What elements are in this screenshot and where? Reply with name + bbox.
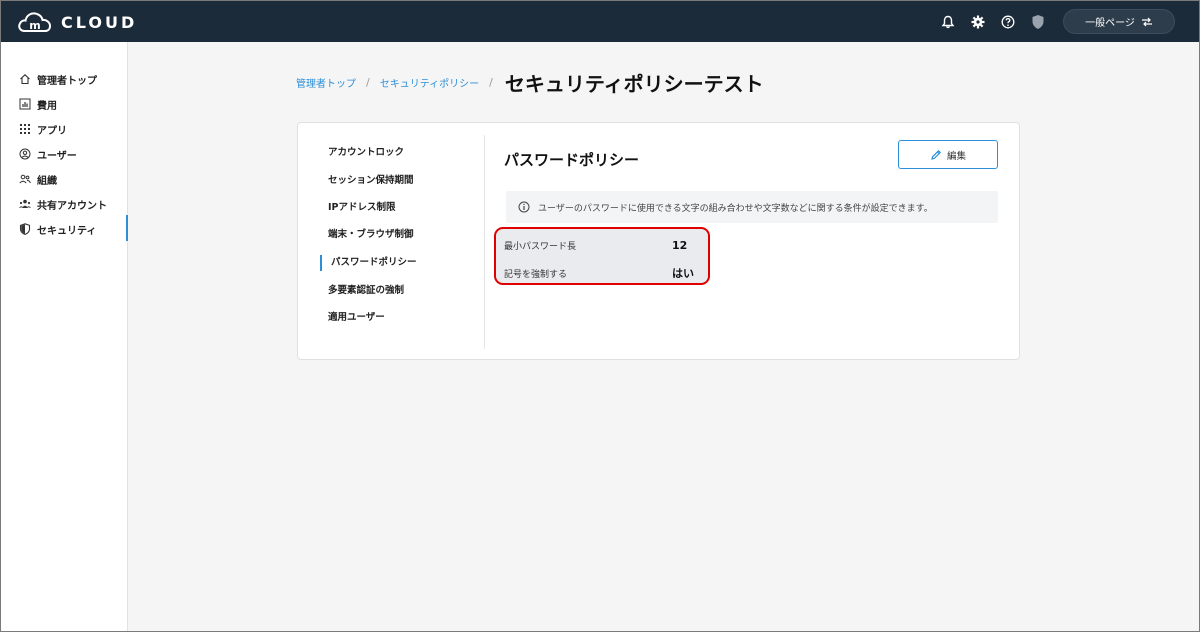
sidebar-item-label: 管理者トップ (37, 75, 97, 87)
policy-label: 最小パスワード長 (504, 241, 577, 252)
group-icon (19, 173, 31, 185)
logo-text: CLOUD (61, 12, 138, 32)
sidebar-item-label: 共有アカウント (37, 200, 107, 212)
policy-row-require-symbols: 記号を強制する はい (504, 262, 704, 284)
policy-menu-mfa-enforcement[interactable]: 多要素認証の強制 (328, 283, 404, 299)
home-icon (19, 73, 31, 85)
shield-status-icon[interactable] (1029, 13, 1047, 31)
sidebar-item-shared-account[interactable]: 共有アカウント (1, 192, 128, 216)
chart-icon (19, 98, 31, 110)
sidebar-item-label: セキュリティ (37, 225, 97, 237)
sidebar-item-label: 組織 (37, 175, 57, 187)
active-menu-indicator (320, 255, 322, 271)
shared-account-icon (19, 198, 31, 210)
policy-row-min-length: 最小パスワード長 12 (504, 234, 704, 256)
breadcrumb-link-admin-top[interactable]: 管理者トップ (296, 75, 356, 90)
shield-icon (19, 223, 31, 235)
pencil-icon (931, 149, 942, 160)
breadcrumb-separator: / (489, 75, 493, 89)
breadcrumb-separator: / (366, 75, 370, 89)
policy-menu-device-browser-control[interactable]: 端末・ブラウザ制御 (328, 227, 414, 243)
policy-menu-password-policy[interactable]: パスワードポリシー (331, 255, 417, 271)
breadcrumb: 管理者トップ / セキュリティポリシー / セキュリティポリシーテスト (296, 67, 764, 97)
policy-value: はい (672, 267, 694, 280)
sidebar: 管理者トップ 費用 アプリ ユーザー 組織 共有アカウント セキュリティ (1, 42, 128, 631)
sidebar-item-admin-top[interactable]: 管理者トップ (1, 67, 128, 91)
sidebar-item-cost[interactable]: 費用 (1, 92, 128, 116)
gear-icon[interactable] (969, 13, 987, 31)
policy-value: 12 (672, 238, 688, 252)
card-divider (484, 135, 485, 349)
edit-button[interactable]: 編集 (898, 140, 998, 169)
section-title: パスワードポリシー (504, 151, 640, 169)
sidebar-item-security[interactable]: セキュリティ (1, 215, 128, 241)
header-actions: 一般ページ (939, 1, 1199, 42)
apps-grid-icon (19, 123, 31, 135)
sidebar-item-label: 費用 (37, 100, 57, 112)
policy-menu-account-lock[interactable]: アカウントロック (328, 145, 404, 161)
general-page-switch-button[interactable]: 一般ページ (1063, 9, 1175, 34)
sidebar-item-label: アプリ (37, 125, 67, 137)
page-title: セキュリティポリシーテスト (504, 71, 764, 96)
policy-card: アカウントロック セッション保持期間 IPアドレス制限 端末・ブラウザ制御 パス… (297, 122, 1020, 360)
logo-mark: m (29, 19, 40, 32)
sidebar-item-apps[interactable]: アプリ (1, 117, 128, 141)
top-bar: m CLOUD 一般ページ (1, 1, 1199, 42)
breadcrumb-link-security-policy[interactable]: セキュリティポリシー (380, 75, 479, 90)
cloud-logo-icon: m (18, 12, 52, 32)
bell-icon[interactable] (939, 13, 957, 31)
app-window: m CLOUD 一般ページ 管理者トップ 費用 アプリ ユーザー 組織 共有アカ… (0, 0, 1200, 632)
policy-menu-applied-users[interactable]: 適用ユーザー (328, 310, 385, 326)
switch-arrows-icon (1141, 17, 1152, 26)
sidebar-item-users[interactable]: ユーザー (1, 142, 128, 166)
info-message: ユーザーのパスワードに使用できる文字の組み合わせや文字数などに関する条件が設定で… (506, 191, 998, 223)
page-switch-label: 一般ページ (1085, 18, 1135, 29)
password-policy-values: 最小パスワード長 12 記号を強制する はい (494, 227, 710, 285)
edit-button-label: 編集 (946, 150, 966, 162)
policy-menu-session-duration[interactable]: セッション保持期間 (328, 173, 414, 189)
policy-menu-ip-restriction[interactable]: IPアドレス制限 (328, 200, 396, 216)
help-icon[interactable] (999, 13, 1017, 31)
info-icon (518, 201, 530, 213)
sidebar-item-organization[interactable]: 組織 (1, 167, 128, 191)
policy-label: 記号を強制する (504, 269, 568, 280)
sidebar-item-label: ユーザー (37, 150, 77, 162)
logo[interactable]: m CLOUD (17, 9, 137, 35)
info-text: ユーザーのパスワードに使用できる文字の組み合わせや文字数などに関する条件が設定で… (538, 203, 933, 214)
user-circle-icon (19, 148, 31, 160)
